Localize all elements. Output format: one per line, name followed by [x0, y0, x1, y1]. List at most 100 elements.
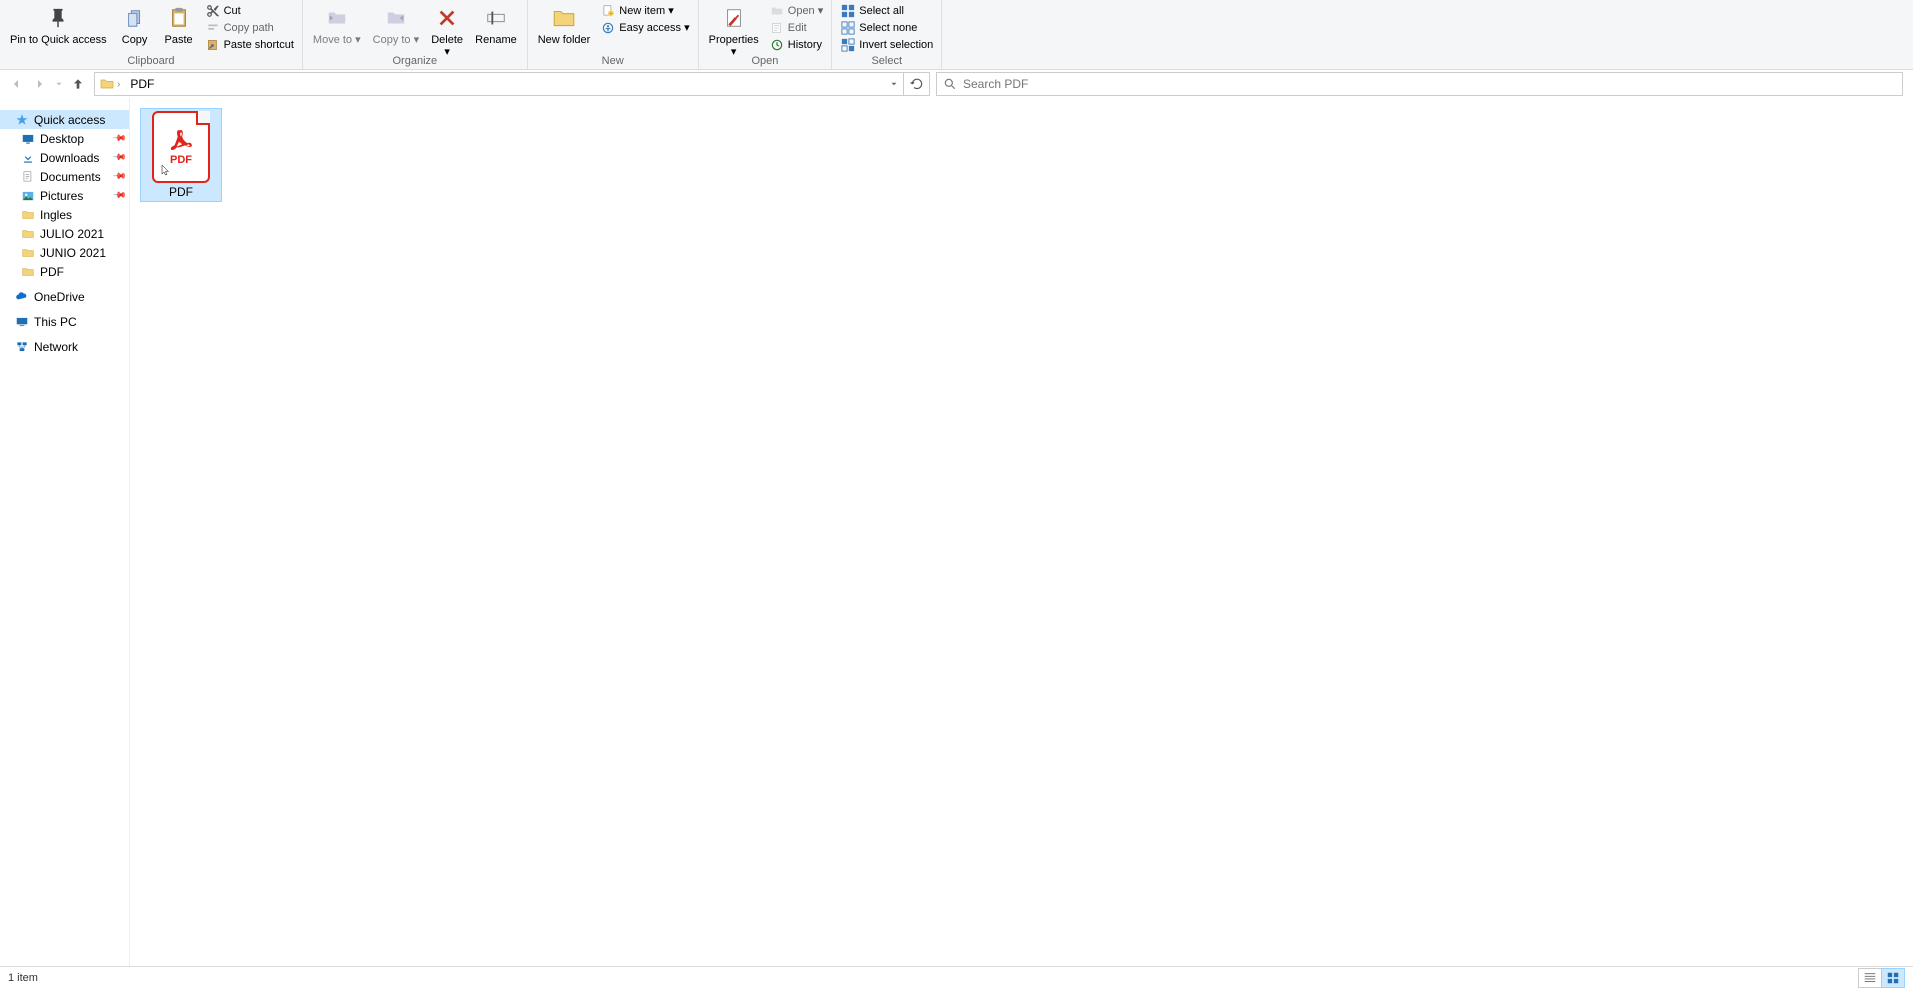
- folder-icon: [20, 207, 36, 223]
- rename-label: Rename: [475, 34, 517, 46]
- content-area[interactable]: PDF PDF: [130, 98, 1913, 966]
- paste-shortcut-button[interactable]: Paste shortcut: [201, 36, 298, 53]
- nav-documents-label: Documents: [40, 170, 101, 184]
- nav-quick-access[interactable]: Quick access: [0, 110, 129, 129]
- file-item-pdf[interactable]: PDF PDF: [140, 108, 222, 202]
- copy-icon: [119, 2, 151, 34]
- properties-button[interactable]: Properties▾: [703, 0, 765, 58]
- select-none-label: Select none: [859, 22, 917, 34]
- adobe-logo-icon: [168, 128, 194, 154]
- pin-quick-access-button[interactable]: Pin to Quick access: [4, 0, 113, 46]
- address-dropdown-button[interactable]: [885, 79, 903, 89]
- open-button[interactable]: Open ▾: [765, 2, 828, 19]
- pdf-file-icon: PDF: [152, 111, 210, 183]
- invert-selection-button[interactable]: Invert selection: [836, 36, 937, 53]
- ribbon-group-new: New folder New item ▾ Easy access ▾ New: [528, 0, 699, 69]
- nav-desktop[interactable]: Desktop 📌: [0, 129, 129, 148]
- copy-path-icon: [205, 20, 221, 36]
- forward-button[interactable]: [28, 72, 52, 96]
- ribbon-group-organize: Move to ▾ Copy to ▾ Delete▾ Rename Organ…: [303, 0, 528, 69]
- nav-julio[interactable]: JULIO 2021: [0, 224, 129, 243]
- new-item-icon: [600, 3, 616, 19]
- up-button[interactable]: [66, 72, 90, 96]
- view-details-button[interactable]: [1858, 968, 1882, 988]
- select-none-icon: [840, 20, 856, 36]
- nav-pictures-label: Pictures: [40, 189, 83, 203]
- search-input[interactable]: [963, 77, 1896, 91]
- easy-access-label: Easy access ▾: [619, 21, 689, 34]
- folder-icon: ›: [95, 76, 126, 92]
- nav-onedrive-label: OneDrive: [34, 290, 85, 304]
- move-to-icon: [321, 2, 353, 34]
- open-label: Open ▾: [788, 4, 824, 17]
- search-box[interactable]: [936, 72, 1903, 96]
- address-bar[interactable]: › PDF: [94, 72, 904, 96]
- nav-this-pc[interactable]: This PC: [0, 312, 129, 331]
- copy-path-label: Copy path: [224, 22, 274, 34]
- paste-button[interactable]: Paste: [157, 0, 201, 46]
- select-none-button[interactable]: Select none: [836, 19, 937, 36]
- move-to-button[interactable]: Move to ▾: [307, 0, 367, 46]
- pin-label: Pin to Quick access: [10, 34, 107, 46]
- ribbon: Pin to Quick access Copy Paste Cut Copy …: [0, 0, 1913, 70]
- copy-button[interactable]: Copy: [113, 0, 157, 46]
- invert-selection-label: Invert selection: [859, 39, 933, 51]
- nav-downloads-label: Downloads: [40, 151, 99, 165]
- nav-documents[interactable]: Documents 📌: [0, 167, 129, 186]
- new-item-button[interactable]: New item ▾: [596, 2, 693, 19]
- copy-label: Copy: [122, 34, 148, 46]
- new-item-label: New item ▾: [619, 4, 673, 17]
- edit-label: Edit: [788, 22, 807, 34]
- invert-selection-icon: [840, 37, 856, 53]
- cursor-icon: [160, 163, 172, 177]
- nav-pdf[interactable]: PDF: [0, 262, 129, 281]
- file-label: PDF: [169, 183, 193, 199]
- nav-julio-label: JULIO 2021: [40, 227, 104, 241]
- breadcrumb-current[interactable]: PDF: [126, 77, 158, 91]
- nav-quick-access-label: Quick access: [34, 113, 105, 127]
- pin-icon: 📌: [112, 131, 128, 147]
- select-group-label: Select: [836, 55, 937, 68]
- edit-icon: [769, 20, 785, 36]
- edit-button[interactable]: Edit: [765, 19, 828, 36]
- copy-path-button[interactable]: Copy path: [201, 19, 298, 36]
- nav-network[interactable]: Network: [0, 337, 129, 356]
- recent-locations-button[interactable]: [52, 72, 66, 96]
- rename-button[interactable]: Rename: [469, 0, 523, 46]
- back-button[interactable]: [4, 72, 28, 96]
- open-icon: [769, 3, 785, 19]
- history-icon: [769, 37, 785, 53]
- organize-group-label: Organize: [307, 55, 523, 68]
- move-to-label: Move to ▾: [313, 34, 361, 46]
- open-group-label: Open: [703, 55, 828, 68]
- nav-ingles[interactable]: Ingles: [0, 205, 129, 224]
- nav-junio-label: JUNIO 2021: [40, 246, 106, 260]
- cut-button[interactable]: Cut: [201, 2, 298, 19]
- copy-to-button[interactable]: Copy to ▾: [367, 0, 426, 46]
- pdf-badge-text: PDF: [170, 154, 192, 166]
- rename-icon: [480, 2, 512, 34]
- view-large-icons-button[interactable]: [1881, 968, 1905, 988]
- easy-access-button[interactable]: Easy access ▾: [596, 19, 693, 36]
- nav-downloads[interactable]: Downloads 📌: [0, 148, 129, 167]
- refresh-button[interactable]: [904, 72, 930, 96]
- pin-icon: 📌: [112, 150, 128, 166]
- history-button[interactable]: History: [765, 36, 828, 53]
- nav-onedrive[interactable]: OneDrive: [0, 287, 129, 306]
- view-toggle-group: [1859, 968, 1905, 988]
- folder-icon: [20, 264, 36, 280]
- onedrive-icon: [14, 289, 30, 305]
- address-bar-row: › PDF: [0, 70, 1913, 98]
- new-folder-button[interactable]: New folder: [532, 0, 597, 46]
- select-all-button[interactable]: Select all: [836, 2, 937, 19]
- properties-icon: [718, 2, 750, 34]
- clipboard-group-label: Clipboard: [4, 55, 298, 68]
- nav-network-label: Network: [34, 340, 78, 354]
- ribbon-group-clipboard: Pin to Quick access Copy Paste Cut Copy …: [0, 0, 303, 69]
- nav-junio[interactable]: JUNIO 2021: [0, 243, 129, 262]
- new-folder-label: New folder: [538, 34, 591, 46]
- this-pc-icon: [14, 314, 30, 330]
- nav-pictures[interactable]: Pictures 📌: [0, 186, 129, 205]
- delete-button[interactable]: Delete▾: [425, 0, 469, 58]
- history-label: History: [788, 39, 822, 51]
